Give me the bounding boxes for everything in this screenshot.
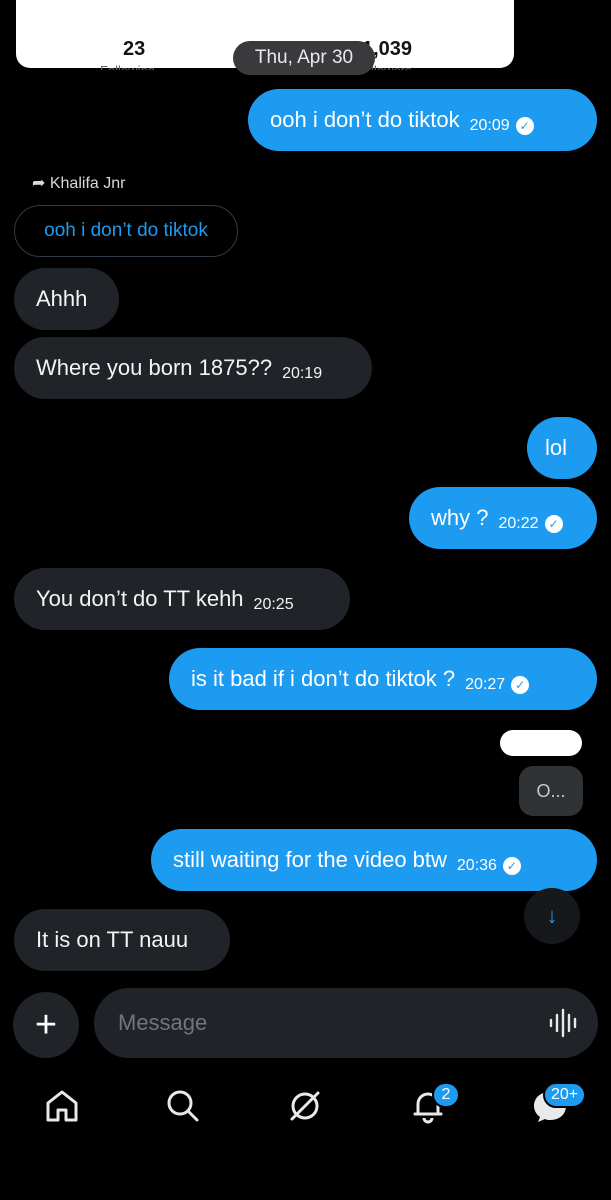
check-icon: ✓ [544, 515, 563, 533]
received-message[interactable]: You don’t do TT kehh 20:25 [14, 568, 350, 630]
plus-icon: + [34, 1003, 58, 1046]
message-text: It is on TT nauu [36, 927, 189, 952]
notifications-tab[interactable]: 2 [408, 1082, 460, 1126]
message-text: You don’t do TT kehh [36, 586, 244, 611]
scroll-to-bottom-button[interactable]: ↓ [524, 888, 580, 944]
reply-context: ➦ Khalifa Jnr [32, 173, 125, 193]
check-icon: ✓ [502, 857, 521, 875]
message-time: 20:09 [469, 117, 510, 134]
date-separator: Thu, Apr 30 [233, 41, 375, 75]
sent-message[interactable]: is it bad if i don’t do tiktok ? 20:27 ✓ [169, 648, 597, 710]
arrow-down-icon: ↓ [546, 903, 558, 928]
sent-message[interactable]: why ? 20:22 ✓ [409, 487, 597, 549]
message-text: ooh i don’t do tiktok [270, 107, 460, 132]
received-message[interactable]: Ahhh [14, 268, 119, 330]
sent-message[interactable]: ooh i don’t do tiktok 20:09 ✓ [248, 89, 597, 151]
home-icon[interactable] [42, 1086, 82, 1126]
messages-badge: 20+ [543, 1082, 587, 1108]
message-time: 20:25 [253, 596, 294, 613]
add-media-button[interactable]: + [13, 992, 79, 1058]
received-message[interactable]: It is on TT nauu [14, 909, 230, 971]
message-text: why ? [431, 505, 489, 530]
quoted-message[interactable]: O... [519, 766, 583, 816]
following-label: Following [100, 64, 155, 70]
sent-message[interactable]: still waiting for the video btw 20:36 ✓ [151, 829, 597, 891]
reply-to-name: Khalifa Jnr [49, 175, 126, 192]
check-icon: ✓ [515, 117, 534, 135]
sent-message[interactable]: lol [527, 417, 597, 479]
redacted-reply-context [500, 730, 582, 756]
message-text: still waiting for the video btw [173, 847, 447, 872]
check-icon: ✓ [511, 676, 530, 694]
message-input[interactable] [94, 988, 598, 1058]
search-icon[interactable] [163, 1086, 203, 1126]
quoted-message[interactable]: ooh i don’t do tiktok [14, 205, 238, 257]
message-text: lol [545, 435, 568, 460]
grok-icon[interactable] [285, 1086, 325, 1126]
message-text: is it bad if i don’t do tiktok ? [191, 666, 456, 691]
message-time: 20:22 [498, 515, 539, 532]
message-time: 20:36 [456, 857, 497, 874]
voice-message-icon[interactable] [548, 1008, 580, 1038]
notification-badge: 2 [432, 1082, 460, 1108]
reply-arrow-icon: ➦ [32, 175, 46, 192]
message-time: 20:27 [465, 676, 506, 693]
received-message[interactable]: Where you born 1875?? 20:19 [14, 337, 372, 399]
message-text: Ahhh [36, 286, 88, 311]
messages-tab[interactable]: 20+ [530, 1082, 587, 1126]
message-time: 20:19 [282, 365, 323, 382]
following-count: 23 [123, 38, 146, 60]
message-text: Where you born 1875?? [36, 355, 273, 380]
